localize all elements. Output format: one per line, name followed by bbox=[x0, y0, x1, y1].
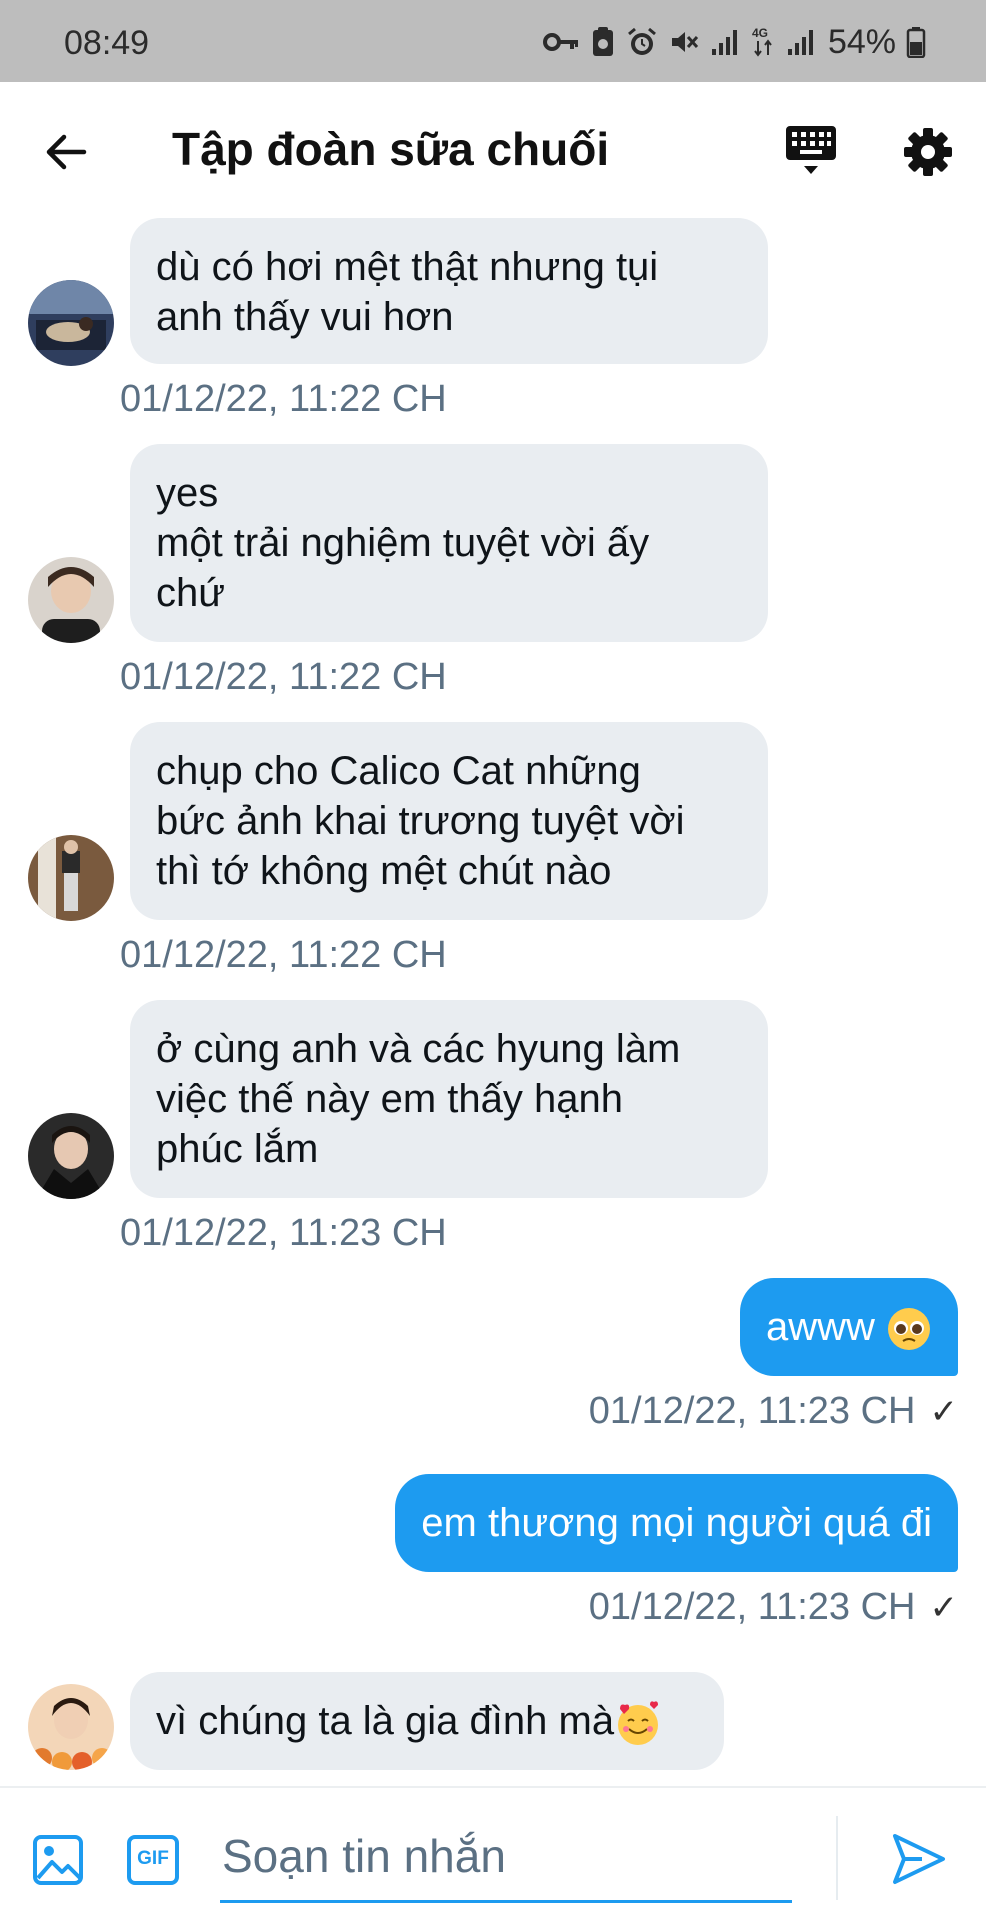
clipboard-icon bbox=[592, 27, 613, 56]
avatar[interactable] bbox=[28, 835, 114, 921]
message-bubble[interactable]: yes một trải nghiệm tuyệt vời ấy chứ bbox=[130, 444, 768, 642]
sent-check-icon: ✓ bbox=[929, 1392, 959, 1431]
conversation-header: Tập đoàn sữa chuối bbox=[0, 82, 986, 218]
message-timestamp: 01/12/22, 11:22 CH bbox=[120, 656, 447, 698]
alarm-icon bbox=[627, 27, 656, 55]
send-button[interactable] bbox=[890, 1830, 948, 1888]
message-bubble[interactable]: ở cùng anh và các hyung làm việc thế này… bbox=[130, 1000, 768, 1198]
status-bar: 08:49 4G 54% bbox=[0, 0, 986, 82]
signal-icon bbox=[711, 30, 737, 55]
pleading-face-emoji-icon bbox=[888, 1308, 930, 1351]
message-bubble[interactable]: dù có hơi mệt thật nhưng tụi anh thấy vu… bbox=[130, 218, 768, 364]
vpn-key-icon bbox=[542, 33, 578, 51]
avatar[interactable] bbox=[28, 557, 114, 643]
gif-label: GIF bbox=[137, 1848, 169, 1869]
message-timestamp: 01/12/22, 11:23 CH ✓ bbox=[589, 1390, 958, 1433]
svg-text:4G: 4G bbox=[752, 26, 768, 40]
arrow-left-icon bbox=[46, 134, 87, 170]
message-input[interactable] bbox=[220, 1812, 792, 1903]
timestamp-text: 01/12/22, 11:23 CH bbox=[588, 1390, 916, 1432]
message-text: em thương mọi người quá đi bbox=[421, 1501, 932, 1545]
message-text: vì chúng ta là gia đình mà bbox=[156, 1699, 615, 1743]
avatar[interactable] bbox=[28, 1684, 114, 1770]
4g-icon: 4G bbox=[752, 26, 772, 57]
back-button[interactable] bbox=[38, 124, 94, 180]
signal-icon-2 bbox=[787, 30, 813, 55]
sent-check-icon: ✓ bbox=[929, 1588, 959, 1627]
message-timestamp: 01/12/22, 11:23 CH bbox=[120, 1212, 447, 1254]
message-timestamp: 01/12/22, 11:23 CH ✓ bbox=[589, 1586, 958, 1629]
keyboard-button[interactable] bbox=[780, 120, 842, 182]
timestamp-text: 01/12/22, 11:23 CH bbox=[588, 1586, 916, 1628]
message-composer: GIF bbox=[0, 1786, 986, 1922]
gear-icon bbox=[904, 128, 952, 176]
settings-button[interactable] bbox=[898, 122, 958, 182]
message-bubble[interactable]: vì chúng ta là gia đình mà bbox=[130, 1672, 724, 1770]
status-icons: 4G 54% bbox=[542, 22, 926, 62]
avatar[interactable] bbox=[28, 280, 114, 366]
composer-divider bbox=[836, 1816, 838, 1900]
image-icon bbox=[33, 1835, 83, 1885]
message-bubble-outgoing[interactable]: awww bbox=[739, 1278, 958, 1376]
message-timestamp: 01/12/22, 11:22 CH bbox=[120, 934, 447, 976]
keyboard-icon bbox=[786, 126, 836, 174]
avatar[interactable] bbox=[28, 1113, 114, 1199]
message-text: awww bbox=[765, 1305, 875, 1349]
send-icon bbox=[893, 1834, 945, 1884]
smiling-face-with-hearts-emoji-icon bbox=[618, 1701, 659, 1746]
gif-button[interactable]: GIF bbox=[126, 1834, 180, 1886]
message-bubble[interactable]: chụp cho Calico Cat những bức ảnh khai t… bbox=[130, 722, 768, 920]
battery-icon bbox=[906, 27, 926, 58]
battery-percent: 54% bbox=[827, 22, 896, 61]
mute-icon bbox=[671, 32, 699, 52]
message-timestamp: 01/12/22, 11:22 CH bbox=[120, 378, 447, 420]
message-bubble-outgoing[interactable]: em thương mọi người quá đi bbox=[395, 1474, 958, 1572]
add-photo-button[interactable] bbox=[32, 1834, 84, 1886]
conversation-title: Tập đoàn sữa chuối bbox=[172, 123, 610, 175]
status-time: 08:49 bbox=[64, 24, 150, 62]
